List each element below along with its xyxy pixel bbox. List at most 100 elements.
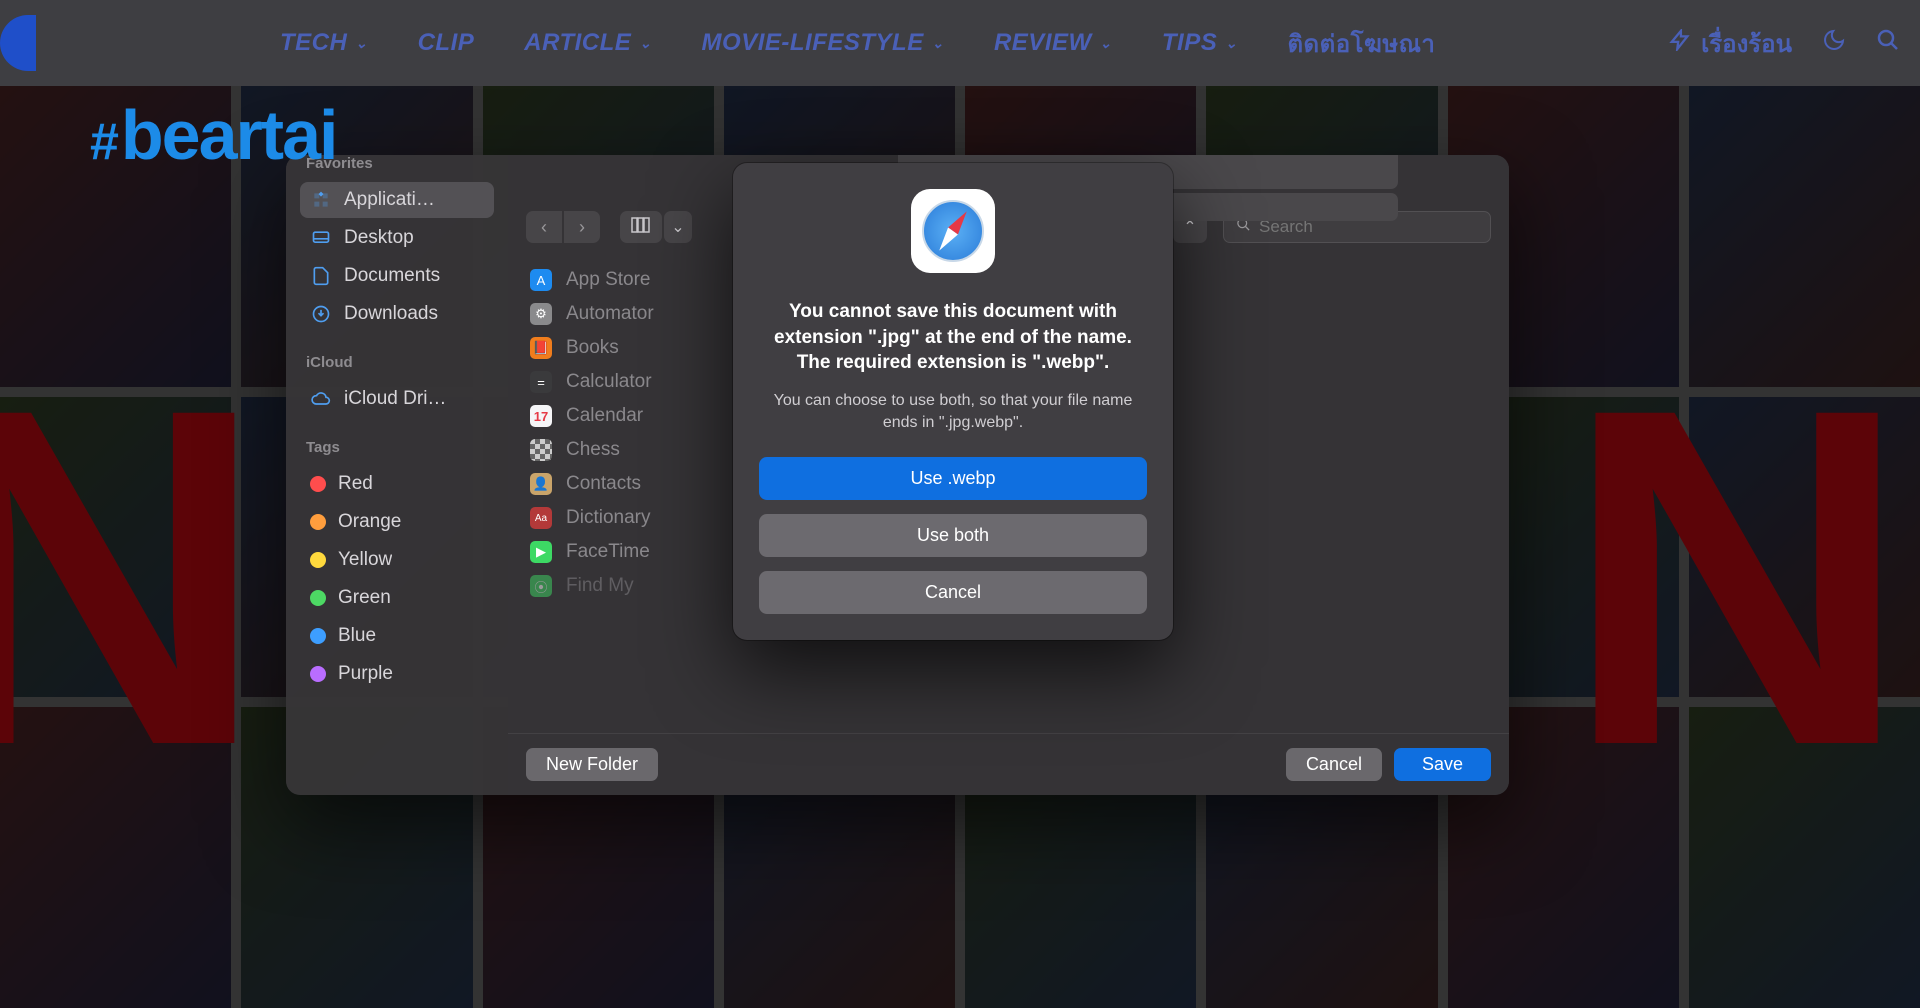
columns-view-button[interactable] <box>620 211 662 243</box>
nav-label: MOVIE-LIFESTYLE <box>702 29 924 57</box>
sidebar-item-label: iCloud Dri… <box>344 388 446 410</box>
nav-tech[interactable]: TECH ⌄ <box>280 24 368 63</box>
chevron-down-icon: ⌄ <box>1225 35 1237 52</box>
dialog-bottom-bar: New Folder Cancel Save <box>508 733 1509 795</box>
new-folder-button[interactable]: New Folder <box>526 748 658 781</box>
watermark-hash: # <box>90 112 119 172</box>
sidebar-item-label: Purple <box>338 663 393 685</box>
file-label: Contacts <box>566 473 641 495</box>
sidebar-item-desktop[interactable]: Desktop <box>300 220 494 256</box>
tag-dot-icon <box>310 666 326 682</box>
chevron-down-icon: ⌄ <box>1100 35 1112 52</box>
forward-button[interactable]: › <box>564 211 600 243</box>
chevron-left-icon: ‹ <box>541 217 547 238</box>
doc-icon <box>310 265 332 287</box>
cancel-button[interactable]: Cancel <box>1286 748 1382 781</box>
sidebar-tag-purple[interactable]: Purple <box>300 656 494 692</box>
site-topnav: TECH ⌄ CLIP ARTICLE⌄ MOVIE-LIFESTYLE ⌄ REV… <box>0 0 1920 86</box>
save-button[interactable]: Save <box>1394 748 1491 781</box>
app-icon: ⦿ <box>530 575 552 597</box>
columns-icon <box>631 217 651 238</box>
nav-label: CLIP <box>418 29 475 57</box>
alert-cancel-button[interactable]: Cancel <box>759 571 1147 614</box>
sidebar-tag-blue[interactable]: Blue <box>300 618 494 654</box>
tag-dot-icon <box>310 514 326 530</box>
view-segment: ⌄ <box>620 211 692 243</box>
alert-title: You cannot save this document with exten… <box>759 299 1147 376</box>
file-label: Dictionary <box>566 507 650 529</box>
sidebar-tag-green[interactable]: Green <box>300 580 494 616</box>
nav-contact[interactable]: ติดต่อโฆษณา <box>1287 24 1435 63</box>
site-logo[interactable] <box>0 15 36 71</box>
app-icon: ▶ <box>530 541 552 563</box>
tag-dot-icon <box>310 476 326 492</box>
sidebar-tag-red[interactable]: Red <box>300 466 494 502</box>
dark-mode-icon[interactable] <box>1822 28 1846 59</box>
desktop-icon <box>310 227 332 249</box>
app-icon: ⚙ <box>530 303 552 325</box>
download-icon <box>310 303 332 325</box>
nav-tips[interactable]: TIPS ⌄ <box>1162 24 1238 63</box>
sidebar-tag-orange[interactable]: Orange <box>300 504 494 540</box>
file-label: Find My <box>566 575 634 597</box>
chevron-down-icon: ⌄ <box>639 35 651 52</box>
sidebar-item-label: Applicati… <box>344 189 435 211</box>
nav-label: TIPS <box>1162 29 1217 57</box>
nav-clip[interactable]: CLIP <box>418 24 475 63</box>
tag-dot-icon <box>310 628 326 644</box>
extension-alert: You cannot save this document with exten… <box>733 163 1173 640</box>
nav-label: ติดต่อโฆษณา <box>1287 24 1435 63</box>
use-webp-button[interactable]: Use .webp <box>759 457 1147 500</box>
sidebar-section-tags: Tags <box>300 439 494 456</box>
sidebar-item-label: Blue <box>338 625 376 647</box>
search-icon[interactable] <box>1876 28 1900 59</box>
netflix-n-left: N <box>0 300 267 853</box>
cloud-icon <box>310 388 332 410</box>
sidebar-item-label: Green <box>338 587 391 609</box>
safari-app-icon <box>911 189 995 273</box>
tag-dot-icon <box>310 590 326 606</box>
file-label: App Store <box>566 269 651 291</box>
nav-label: เรื่องร้อน <box>1701 24 1792 63</box>
view-dropdown[interactable]: ⌄ <box>664 211 692 243</box>
nav-items: TECH ⌄ CLIP ARTICLE⌄ MOVIE-LIFESTYLE ⌄ REV… <box>280 24 1435 63</box>
alert-message: You can choose to use both, so that your… <box>759 390 1147 435</box>
sidebar-item-label: Red <box>338 473 373 495</box>
tag-dot-icon <box>310 552 326 568</box>
netflix-n-right: N <box>1563 300 1870 853</box>
sidebar-tag-yellow[interactable]: Yellow <box>300 542 494 578</box>
app-icon: 📕 <box>530 337 552 359</box>
file-label: Automator <box>566 303 654 325</box>
file-label: FaceTime <box>566 541 650 563</box>
app-icon: A <box>530 269 552 291</box>
chevron-down-icon: ⌄ <box>932 35 944 52</box>
file-label: Calculator <box>566 371 652 393</box>
file-label: Books <box>566 337 619 359</box>
nav-review[interactable]: REVIEW⌄ <box>994 24 1112 63</box>
app-icon: 👤 <box>530 473 552 495</box>
nav-hot[interactable]: เรื่องร้อน <box>1669 24 1792 63</box>
sidebar-item-icloud[interactable]: iCloud Dri… <box>300 381 494 417</box>
watermark: # beartai <box>90 95 336 175</box>
apps-icon <box>310 189 332 211</box>
chevron-right-icon: › <box>579 217 585 238</box>
flash-icon <box>1669 29 1691 58</box>
nav-label: TECH <box>280 29 347 57</box>
nav-right: เรื่องร้อน <box>1669 0 1900 86</box>
sidebar-item-applications[interactable]: Applicati… <box>300 182 494 218</box>
nav-movie[interactable]: MOVIE-LIFESTYLE ⌄ <box>702 24 944 63</box>
sidebar-item-documents[interactable]: Documents <box>300 258 494 294</box>
use-both-button[interactable]: Use both <box>759 514 1147 557</box>
back-button[interactable]: ‹ <box>526 211 562 243</box>
sidebar-section-icloud: iCloud <box>300 354 494 371</box>
sidebar-item-label: Downloads <box>344 303 438 325</box>
sidebar-item-downloads[interactable]: Downloads <box>300 296 494 332</box>
nav-article[interactable]: ARTICLE⌄ <box>524 24 651 63</box>
nav-buttons: ‹ › <box>526 211 600 243</box>
file-label: Calendar <box>566 405 643 427</box>
app-icon: 17 <box>530 405 552 427</box>
app-icon: = <box>530 371 552 393</box>
app-icon <box>530 439 552 461</box>
chevron-down-icon: ⌄ <box>355 35 367 52</box>
sidebar-item-label: Yellow <box>338 549 392 571</box>
